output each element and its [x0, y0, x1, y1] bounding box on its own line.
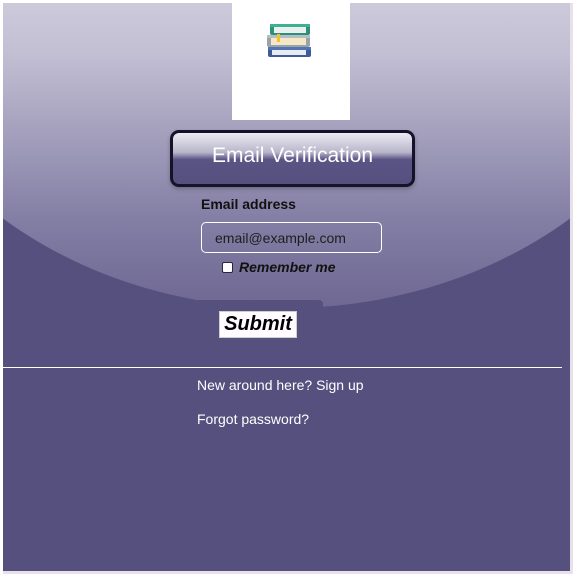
submit-button[interactable]: Submit: [219, 311, 297, 338]
signup-link[interactable]: New around here? Sign up: [197, 377, 364, 393]
logo-box: [232, 3, 350, 120]
page-frame: Email Verification Email address Remembe…: [3, 3, 573, 574]
forgot-password-link[interactable]: Forgot password?: [197, 411, 309, 427]
books-stack-icon: [267, 24, 311, 57]
page-title: Email Verification: [211, 144, 374, 167]
divider: [3, 367, 562, 368]
email-verification-title-button[interactable]: Email Verification: [170, 130, 415, 187]
remember-me-label: Remember me: [239, 259, 336, 275]
email-input[interactable]: [201, 222, 382, 253]
remember-me-checkbox[interactable]: [222, 261, 233, 273]
remember-me-row[interactable]: Remember me: [222, 259, 336, 275]
email-label: Email address: [201, 196, 296, 212]
